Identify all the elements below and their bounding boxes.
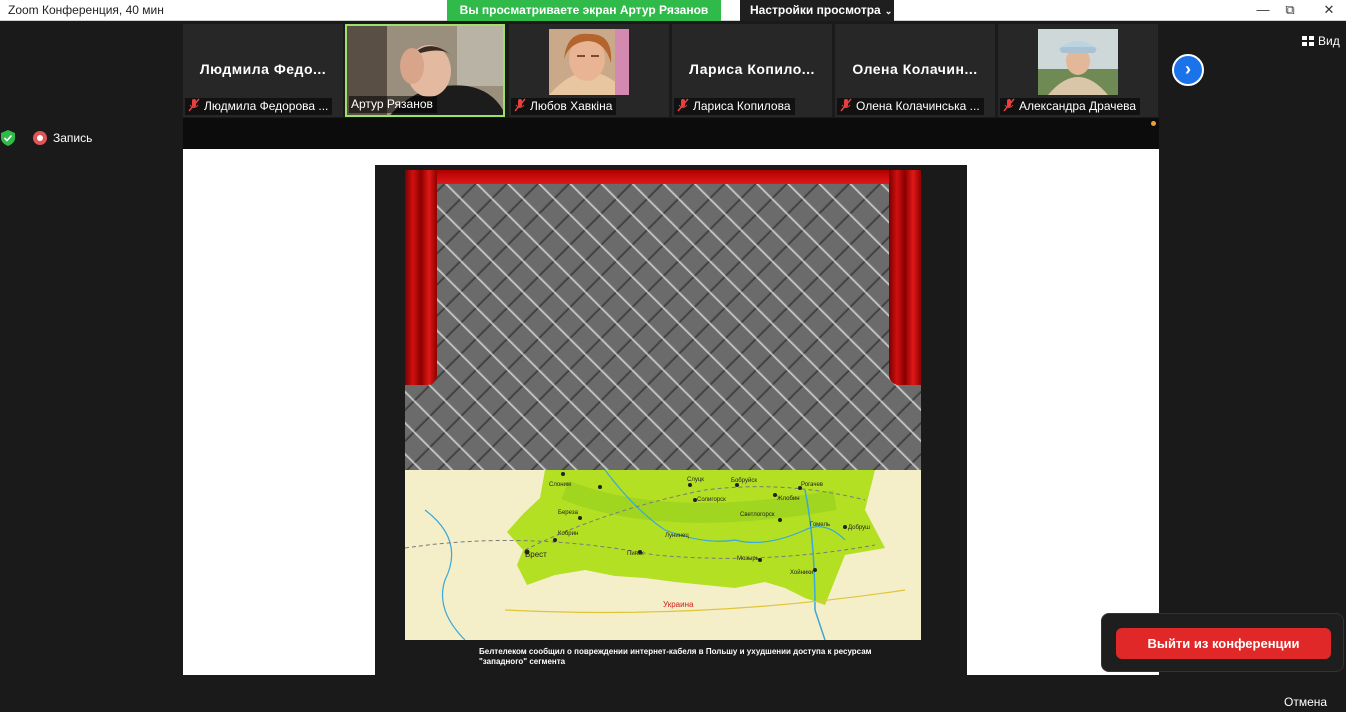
leave-meeting-button[interactable]: Выйти из конференции	[1116, 628, 1331, 659]
chevron-right-icon: ›	[1185, 59, 1191, 79]
restore-icon[interactable]: ⧉	[1277, 0, 1303, 20]
map-label: Лунинец	[665, 533, 689, 539]
slide: Брест Береза Кобрин Пинск Лунинец Слоним…	[375, 165, 967, 675]
window-title: Zoom Конференция, 40 мин	[8, 3, 164, 17]
participant-name: Людмила Федорова ...	[204, 99, 329, 113]
next-page-button[interactable]: ›	[1172, 54, 1204, 86]
map-label: Мозырь	[737, 556, 759, 562]
participant-big-name: Олена Колачин...	[852, 61, 978, 77]
map-graphic	[405, 470, 921, 640]
map-label: Бобруйск	[731, 478, 757, 484]
mic-muted-icon	[677, 98, 689, 112]
view-settings-button[interactable]: Настройки просмотра ⌄	[740, 0, 894, 21]
map-label: Добруш	[848, 525, 870, 531]
mic-muted-icon	[514, 98, 526, 112]
participant-name: Александра Драчева	[1019, 99, 1137, 113]
status-dot	[1151, 121, 1156, 126]
participant-label: Олена Колачинська ...	[837, 98, 984, 115]
view-button-label: Вид	[1318, 34, 1340, 48]
participant-label: Александра Драчева	[1000, 98, 1141, 115]
cancel-button[interactable]: Отмена	[1284, 695, 1327, 709]
view-settings-label: Настройки просмотра	[750, 3, 881, 17]
security-shield-icon[interactable]	[1, 130, 15, 146]
participant-label: Любов Хавкіна	[511, 98, 617, 115]
participant-tile[interactable]: Любов Хавкіна	[509, 24, 669, 117]
participant-video	[1038, 29, 1118, 95]
participant-tile[interactable]: Александра Драчева	[998, 24, 1158, 117]
map-label: Светлогорск	[740, 512, 775, 518]
map-label: Хойники	[790, 570, 814, 576]
slide-image: Брест Береза Кобрин Пинск Лунинец Слоним…	[405, 170, 921, 640]
participant-name: Олена Колачинська ...	[856, 99, 980, 113]
viewing-screen-banner: Вы просматриваете экран Артур Рязанов	[447, 0, 721, 21]
participant-name: Любов Хавкіна	[530, 99, 613, 113]
map-label: Кобрин	[558, 531, 579, 537]
shared-screen: Брест Береза Кобрин Пинск Лунинец Слоним…	[183, 149, 1159, 675]
mic-muted-icon	[1003, 98, 1015, 112]
participant-name: Лариса Копилова	[693, 99, 791, 113]
belarus-map: Брест Береза Кобрин Пинск Лунинец Слоним…	[405, 470, 921, 640]
participant-video	[549, 29, 629, 95]
map-label: Гомель	[810, 522, 831, 528]
map-label: Украина	[663, 600, 694, 609]
participant-label: Артур Рязанов	[349, 96, 437, 113]
shared-screen-header	[183, 118, 1159, 149]
recording-indicator[interactable]: Запись	[33, 131, 92, 145]
slide-caption: Белтелеком сообщил о повреждении интерне…	[479, 647, 872, 666]
participant-tile-active[interactable]: Артур Рязанов	[345, 24, 505, 117]
participant-label: Людмила Федорова ...	[185, 98, 333, 115]
map-label: Пинск	[627, 551, 644, 557]
map-label: Береза	[558, 510, 578, 516]
view-button[interactable]: Вид	[1302, 34, 1340, 48]
metal-plate-curtain	[405, 170, 921, 470]
map-label: Солигорск	[697, 497, 726, 503]
map-label: Жлобин	[777, 496, 800, 502]
recording-label: Запись	[53, 131, 93, 145]
participant-name: Артур Рязанов	[351, 97, 433, 111]
chevron-down-icon: ⌄	[884, 6, 893, 16]
curtain-valance	[405, 170, 921, 184]
record-icon	[33, 131, 47, 145]
participant-label: Лариса Копилова	[674, 98, 795, 115]
map-label: Слоним	[549, 482, 572, 488]
map-label: Рогачев	[801, 482, 823, 488]
left-curtain	[405, 170, 437, 385]
grid-view-icon	[1302, 36, 1314, 46]
mic-muted-icon	[840, 98, 852, 112]
participant-tile[interactable]: Лариса Копило... Лариса Копилова	[672, 24, 832, 117]
participant-big-name: Людмила Федо...	[199, 61, 327, 77]
close-icon[interactable]: ✕	[1316, 0, 1342, 20]
leave-meeting-panel: Выйти из конференции	[1101, 613, 1344, 672]
participant-tile[interactable]: Людмила Федо... Людмила Федорова ...	[183, 24, 343, 117]
mic-muted-icon	[188, 98, 200, 112]
map-label: Слуцк	[687, 477, 704, 483]
map-label: Брест	[525, 550, 547, 559]
right-curtain	[889, 170, 921, 385]
participant-big-name: Лариса Копило...	[689, 61, 815, 77]
minimize-icon[interactable]: —	[1250, 0, 1276, 20]
participant-tile[interactable]: Олена Колачин... Олена Колачинська ...	[835, 24, 995, 117]
